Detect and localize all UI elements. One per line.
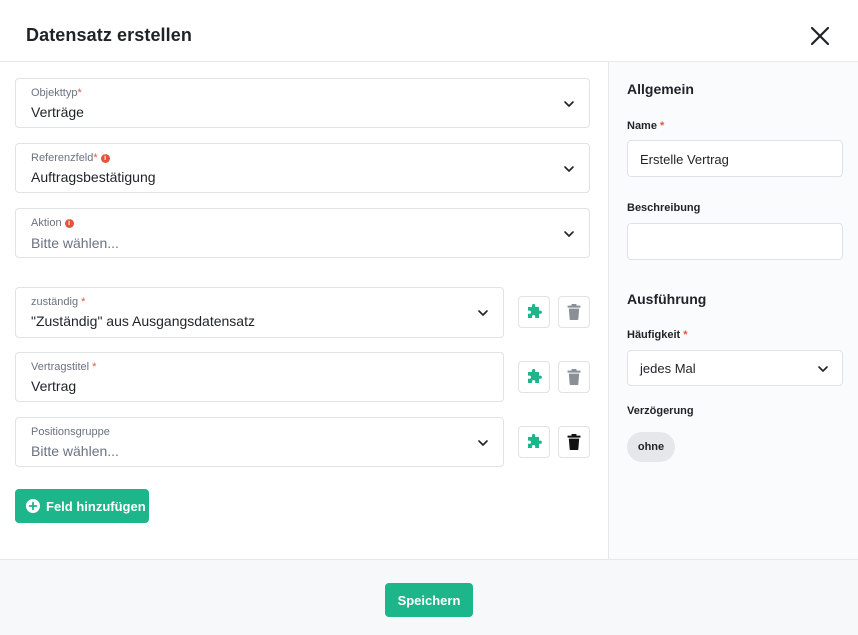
chevron-down-icon: [564, 101, 574, 107]
vertragstitel-value: Vertrag: [31, 378, 77, 394]
close-button[interactable]: [806, 22, 834, 50]
add-field-button[interactable]: Feld hinzufügen: [15, 489, 149, 523]
positionsgruppe-label: Positionsgruppe: [31, 426, 110, 438]
vertragstitel-input[interactable]: Vertragstitel * Vertrag: [15, 352, 504, 402]
objekttyp-value: Verträge: [31, 104, 84, 120]
objekttyp-select[interactable]: Objekttyp* Verträge: [15, 78, 590, 128]
delay-chip[interactable]: ohne: [627, 432, 675, 462]
positionsgruppe-variable-button[interactable]: [518, 426, 550, 458]
frequency-select[interactable]: jedes Mal: [627, 350, 843, 386]
info-icon[interactable]: i: [64, 219, 74, 228]
description-input[interactable]: [627, 223, 843, 260]
puzzle-icon: [528, 369, 542, 383]
chevron-down-icon: [478, 440, 488, 446]
close-icon: [810, 26, 830, 46]
dialog-footer: Speichern: [0, 559, 858, 635]
zustaendig-variable-button[interactable]: [518, 296, 550, 328]
chevron-down-icon: [564, 231, 574, 237]
positionsgruppe-placeholder: Bitte wählen...: [31, 443, 119, 459]
objekttyp-label: Objekttyp*: [31, 87, 82, 99]
trash-icon: [567, 304, 581, 320]
chevron-down-icon: [478, 310, 488, 316]
referenzfeld-value: Auftragsbestätigung: [31, 169, 156, 185]
required-marker: *: [89, 361, 97, 373]
plus-circle-icon: [26, 499, 40, 513]
required-marker: *: [77, 87, 82, 99]
frequency-value: jedes Mal: [640, 361, 696, 376]
general-heading: Allgemein: [627, 81, 694, 97]
name-label: Name *: [627, 120, 665, 132]
delay-label: Verzögerung: [627, 405, 694, 417]
add-field-label: Feld hinzufügen: [46, 498, 146, 514]
aktion-select[interactable]: Aktion i Bitte wählen...: [15, 208, 590, 258]
execution-heading: Ausführung: [627, 291, 707, 307]
zustaendig-delete-button[interactable]: [558, 296, 590, 328]
chevron-down-icon: [564, 166, 574, 172]
required-marker: *: [680, 329, 688, 341]
info-icon[interactable]: i: [100, 154, 110, 163]
positionsgruppe-select[interactable]: Positionsgruppe Bitte wählen...: [15, 417, 504, 467]
chevron-down-icon: [818, 366, 828, 372]
name-value: Erstelle Vertrag: [640, 152, 729, 167]
aktion-label: Aktion i: [31, 217, 74, 229]
description-label: Beschreibung: [627, 202, 701, 214]
positionsgruppe-delete-button[interactable]: [558, 426, 590, 458]
field-mapping-panel: Objekttyp* Verträge Referenzfeld* i Auftr…: [0, 62, 608, 559]
vertragstitel-label: Vertragstitel *: [31, 361, 97, 373]
referenzfeld-select[interactable]: Referenzfeld* i Auftragsbestätigung: [15, 143, 590, 193]
trash-icon: [567, 369, 581, 385]
required-marker: *: [78, 296, 86, 308]
zustaendig-label: zuständig *: [31, 296, 86, 308]
save-button[interactable]: Speichern: [385, 583, 473, 617]
required-marker: *: [656, 120, 665, 132]
dialog-header: Datensatz erstellen: [0, 0, 858, 62]
dialog-title: Datensatz erstellen: [26, 25, 192, 45]
referenzfeld-label: Referenzfeld* i: [31, 152, 110, 164]
vertragstitel-variable-button[interactable]: [518, 361, 550, 393]
required-marker: *: [93, 152, 98, 164]
aktion-placeholder: Bitte wählen...: [31, 235, 119, 251]
name-input[interactable]: Erstelle Vertrag: [627, 140, 843, 177]
puzzle-icon: [528, 434, 542, 448]
trash-icon: [567, 434, 581, 450]
zustaendig-value: "Zuständig" aus Ausgangsdatensatz: [31, 313, 255, 329]
zustaendig-select[interactable]: zuständig * "Zuständig" aus Ausgangsdate…: [15, 287, 504, 338]
frequency-label: Häufigkeit *: [627, 329, 688, 341]
puzzle-icon: [528, 304, 542, 318]
vertragstitel-delete-button[interactable]: [558, 361, 590, 393]
settings-panel: Allgemein Name * Erstelle Vertrag Beschr…: [608, 62, 858, 559]
